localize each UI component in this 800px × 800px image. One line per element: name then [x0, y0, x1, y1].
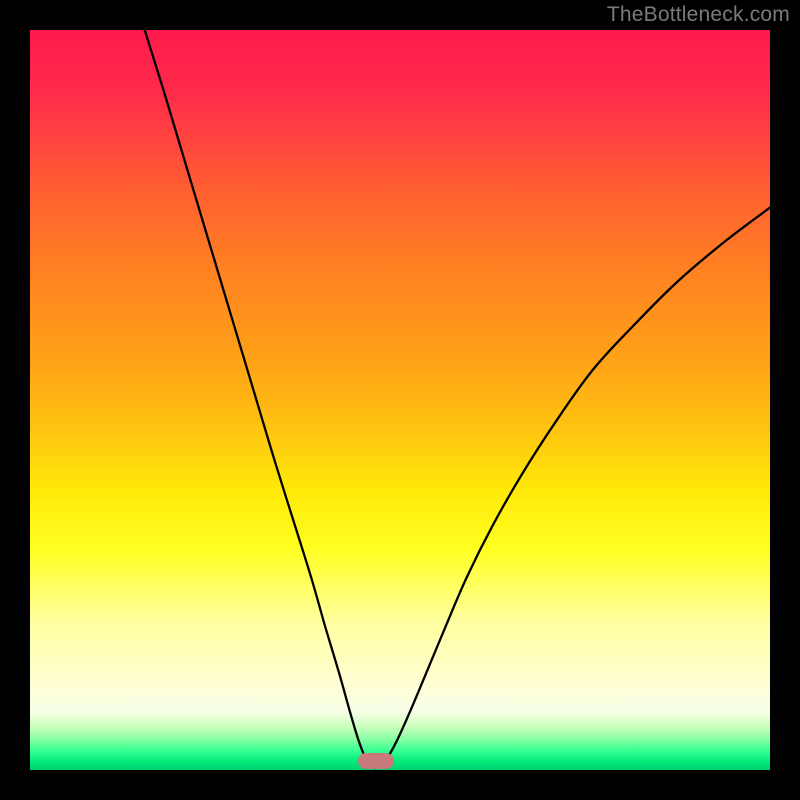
optimal-marker: [358, 753, 394, 769]
plot-area: [30, 30, 770, 770]
bottleneck-curve: [145, 30, 770, 768]
watermark-text: TheBottleneck.com: [607, 3, 790, 27]
chart-frame: TheBottleneck.com: [0, 0, 800, 800]
curve-svg: [30, 30, 770, 770]
